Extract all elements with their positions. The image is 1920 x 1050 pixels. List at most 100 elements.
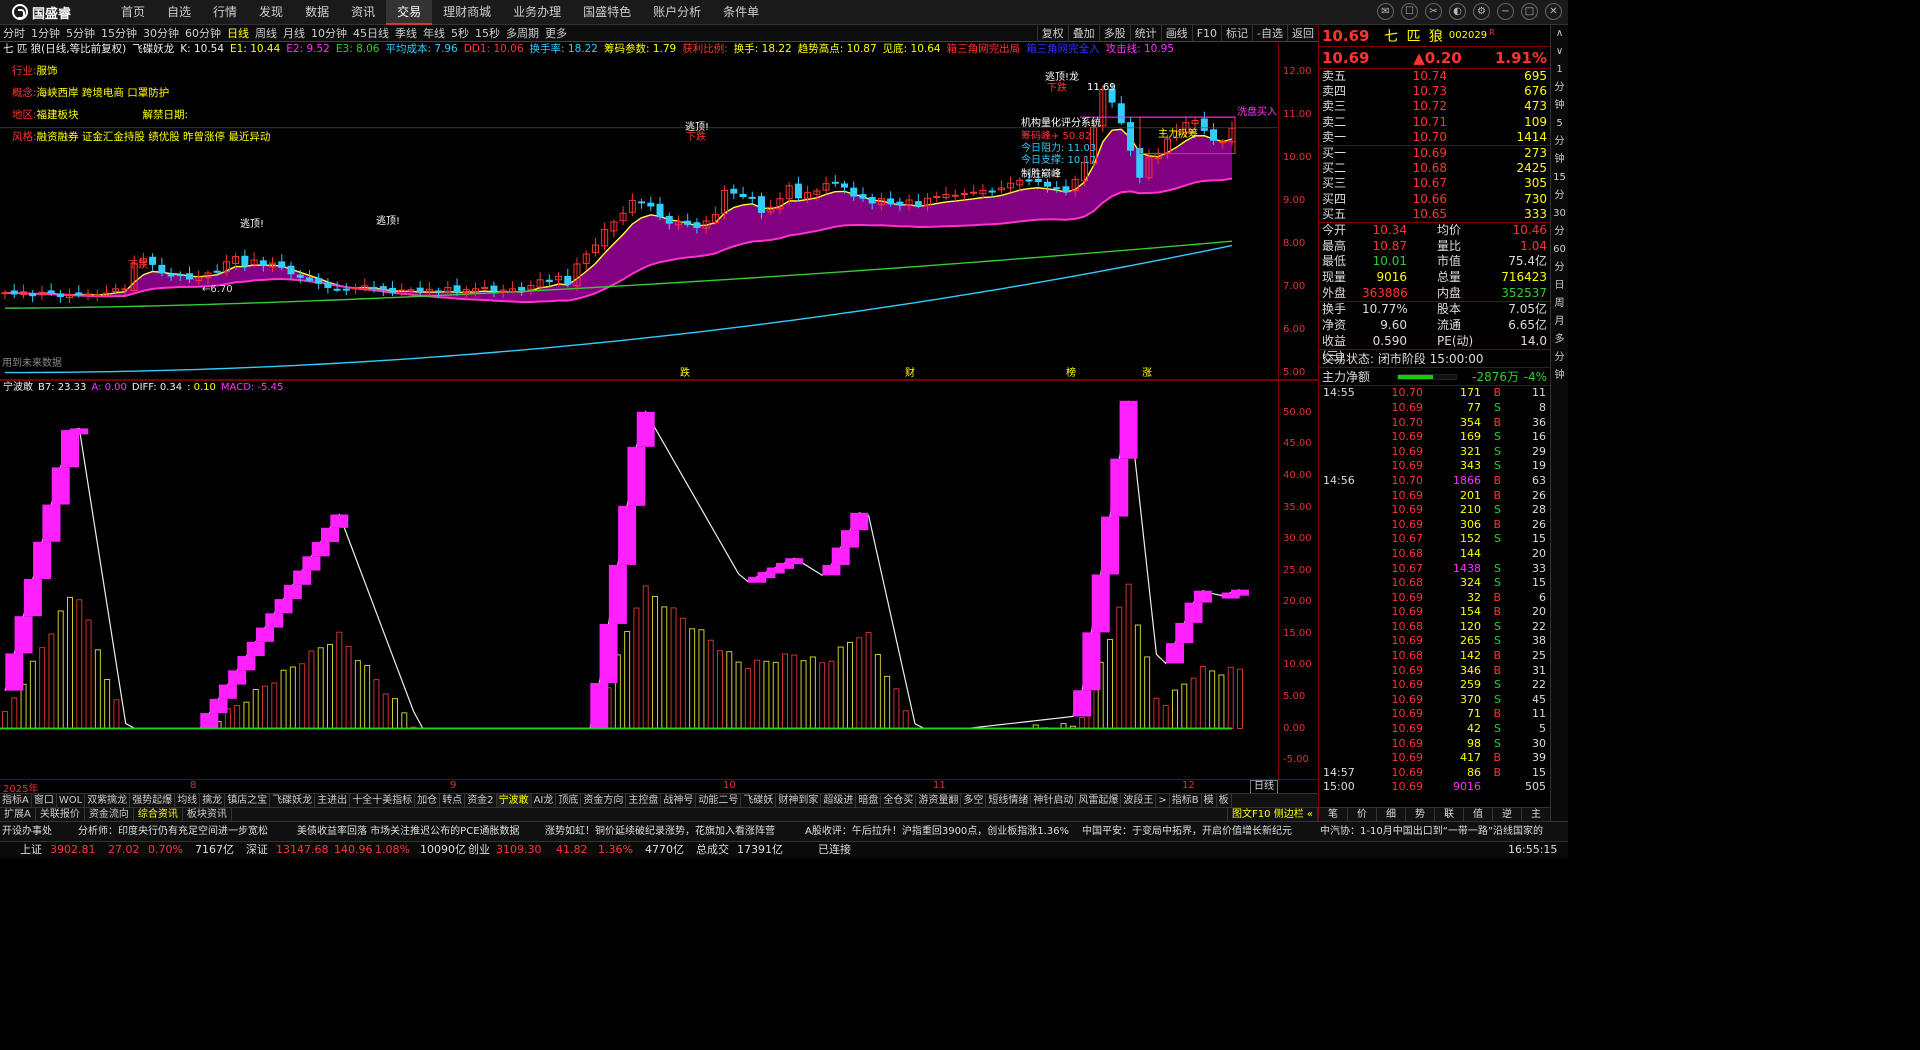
indicator-tab-22[interactable]: 财神到家 bbox=[776, 794, 822, 807]
style-value[interactable]: 融资融券 证金汇金持股 绩优股 昨曾涨停 最近异动 bbox=[37, 131, 271, 143]
news-item-4[interactable]: A股收评：午后拉升！沪指重回3900点，创业板指涨1.36% bbox=[805, 822, 1069, 841]
period-7[interactable]: 周线 bbox=[252, 25, 280, 42]
indicator-tab-31[interactable]: 波段王 bbox=[1121, 794, 1157, 807]
period-4[interactable]: 30分钟 bbox=[140, 25, 182, 42]
sidebar-item-18[interactable]: 分 bbox=[1555, 349, 1565, 367]
news-item-1[interactable]: 分析师：印度央行仍有充足空间进一步宽松 bbox=[78, 822, 268, 841]
indicator-tab-35[interactable]: 板 bbox=[1217, 794, 1232, 807]
indicator-tab-18[interactable]: 主控盘 bbox=[626, 794, 662, 807]
news-item-6[interactable]: 中汽协：1-10月中国出口到“一带一路”沿线国家的 bbox=[1320, 822, 1543, 841]
ask-row-4[interactable]: 卖一 10.70 1414 bbox=[1319, 130, 1550, 145]
ask-row-3[interactable]: 卖二 10.71 109 bbox=[1319, 115, 1550, 130]
ask-row-2[interactable]: 卖三 10.72 473 bbox=[1319, 99, 1550, 114]
period-8[interactable]: 月线 bbox=[280, 25, 308, 42]
bid-row-4[interactable]: 买五 10.65 333 bbox=[1319, 207, 1550, 222]
tool-8[interactable]: 返回 bbox=[1287, 25, 1318, 42]
sidebar-item-6[interactable]: 分 bbox=[1555, 133, 1565, 151]
sidebar-item-12[interactable]: 60 bbox=[1553, 241, 1566, 259]
ext-tab-1[interactable]: 关联报价 bbox=[36, 808, 85, 821]
skin-icon[interactable]: ◐ bbox=[1449, 3, 1466, 20]
sidebar-item-9[interactable]: 分 bbox=[1555, 187, 1565, 205]
maximize-icon[interactable]: □ bbox=[1521, 3, 1538, 20]
brand-logo[interactable]: 国盛睿 bbox=[0, 3, 110, 22]
indicator-tab-4[interactable]: 强势起爆 bbox=[130, 794, 176, 807]
menu-4[interactable]: 数据 bbox=[294, 0, 340, 25]
sidebar-item-7[interactable]: 钟 bbox=[1555, 151, 1565, 169]
period-12[interactable]: 年线 bbox=[420, 25, 448, 42]
period-15[interactable]: 多周期 bbox=[503, 25, 542, 42]
indicator-tab-2[interactable]: WOL bbox=[57, 794, 86, 807]
news-item-3[interactable]: 涨势如虹！铜价延续破纪录涨势，花旗加入看涨阵营 bbox=[545, 822, 775, 841]
period-1[interactable]: 1分钟 bbox=[28, 25, 63, 42]
industry-value[interactable]: 服饰 bbox=[37, 65, 58, 77]
sidebar-item-2[interactable]: 1 bbox=[1556, 61, 1562, 79]
period-2[interactable]: 5分钟 bbox=[63, 25, 98, 42]
bid-row-1[interactable]: 买二 10.68 2425 bbox=[1319, 161, 1550, 176]
menu-1[interactable]: 自选 bbox=[156, 0, 202, 25]
sidebar-item-3[interactable]: 分 bbox=[1555, 79, 1565, 97]
tool-1[interactable]: 叠加 bbox=[1067, 25, 1099, 42]
quote-tab-2[interactable]: 细 bbox=[1377, 808, 1406, 821]
news-item-0[interactable]: 开设办事处 bbox=[2, 822, 52, 841]
indicator-tab-24[interactable]: 暗盘 bbox=[856, 794, 882, 807]
message-icon[interactable]: ✉ bbox=[1377, 3, 1394, 20]
ask-row-1[interactable]: 卖四 10.73 676 bbox=[1319, 84, 1550, 99]
bid-row-3[interactable]: 买四 10.66 730 bbox=[1319, 192, 1550, 207]
period-9[interactable]: 10分钟 bbox=[308, 25, 350, 42]
indicator-tab-3[interactable]: 双紫擒龙 bbox=[85, 794, 131, 807]
ext-tab-4[interactable]: 板块资讯 bbox=[183, 808, 232, 821]
news-ticker[interactable]: 开设办事处 分析师：印度央行仍有充足空间进一步宽松 美债收益率回落 市场关注推迟公布… bbox=[0, 821, 1568, 841]
menu-9[interactable]: 国盛特色 bbox=[572, 0, 642, 25]
bid-row-0[interactable]: 买一 10.69 273 bbox=[1319, 146, 1550, 161]
indicator-tab-14[interactable]: 宁波敢 bbox=[496, 794, 532, 807]
indicator-tab-9[interactable]: 主进出 bbox=[315, 794, 351, 807]
indicator-tab-25[interactable]: 全仓买 bbox=[881, 794, 917, 807]
period-6[interactable]: 日线 bbox=[224, 25, 252, 42]
menu-0[interactable]: 首页 bbox=[110, 0, 156, 25]
indicator-tab-16[interactable]: 顶底 bbox=[556, 794, 582, 807]
minimize-icon[interactable]: − bbox=[1497, 3, 1514, 20]
indicator-tab-7[interactable]: 镇店之宝 bbox=[225, 794, 271, 807]
quote-tab-7[interactable]: 主 bbox=[1522, 808, 1551, 821]
sidebar-item-17[interactable]: 多 bbox=[1555, 331, 1565, 349]
region-value[interactable]: 福建板块 bbox=[37, 109, 79, 121]
tool-3[interactable]: 统计 bbox=[1129, 25, 1161, 42]
sidebar-item-19[interactable]: 钟 bbox=[1555, 367, 1565, 385]
sidebar-item-11[interactable]: 分 bbox=[1555, 223, 1565, 241]
indicator-chart[interactable] bbox=[0, 394, 1278, 779]
menu-11[interactable]: 条件单 bbox=[712, 0, 770, 25]
menu-5[interactable]: 资讯 bbox=[340, 0, 386, 25]
indicator-tab-33[interactable]: 指标B bbox=[1170, 794, 1202, 807]
indicator-tab-10[interactable]: 十全十美指标 bbox=[350, 794, 416, 807]
indicator-tab-29[interactable]: 神针启动 bbox=[1031, 794, 1077, 807]
indicator-tab-34[interactable]: 模 bbox=[1202, 794, 1217, 807]
indicator-tab-13[interactable]: 资金2 bbox=[465, 794, 497, 807]
news-item-5[interactable]: 中国平安：于变局中拓界，开启价值增长新纪元 bbox=[1082, 822, 1292, 841]
ext-tab-3[interactable]: 综合资讯 bbox=[134, 808, 183, 821]
indicator-tab-5[interactable]: 均线 bbox=[175, 794, 201, 807]
quote-tab-5[interactable]: 值 bbox=[1464, 808, 1493, 821]
stock-name[interactable]: 七 匹 狼 bbox=[1384, 26, 1445, 46]
indicator-tab-1[interactable]: 窗口 bbox=[32, 794, 57, 807]
tool-4[interactable]: 画线 bbox=[1160, 25, 1192, 42]
menu-10[interactable]: 账户分析 bbox=[642, 0, 712, 25]
quote-tab-0[interactable]: 笔 bbox=[1319, 808, 1348, 821]
tool-2[interactable]: 多股 bbox=[1098, 25, 1130, 42]
sidebar-item-0[interactable]: ∧ bbox=[1556, 25, 1563, 43]
sidebar-item-14[interactable]: 日 bbox=[1555, 277, 1565, 295]
sidebar-item-8[interactable]: 15 bbox=[1553, 169, 1566, 187]
menu-7[interactable]: 理财商城 bbox=[432, 0, 502, 25]
ext-tab-2[interactable]: 资金流向 bbox=[85, 808, 134, 821]
sidebar-item-15[interactable]: 周 bbox=[1555, 295, 1565, 313]
menu-8[interactable]: 业务办理 bbox=[502, 0, 572, 25]
period-11[interactable]: 季线 bbox=[392, 25, 420, 42]
ask-row-0[interactable]: 卖五 10.74 695 bbox=[1319, 69, 1550, 84]
tools-icon[interactable]: ✂ bbox=[1425, 3, 1442, 20]
period-10[interactable]: 45日线 bbox=[350, 25, 392, 42]
indicator-tab-6[interactable]: 擒龙 bbox=[200, 794, 226, 807]
period-0[interactable]: 分时 bbox=[0, 25, 28, 42]
indicator-tab-17[interactable]: 资金方向 bbox=[581, 794, 627, 807]
indicator-tab-0[interactable]: 指标A bbox=[0, 794, 32, 807]
daily-button[interactable]: 日线 bbox=[1250, 780, 1278, 794]
close-icon[interactable]: ✕ bbox=[1545, 3, 1562, 20]
